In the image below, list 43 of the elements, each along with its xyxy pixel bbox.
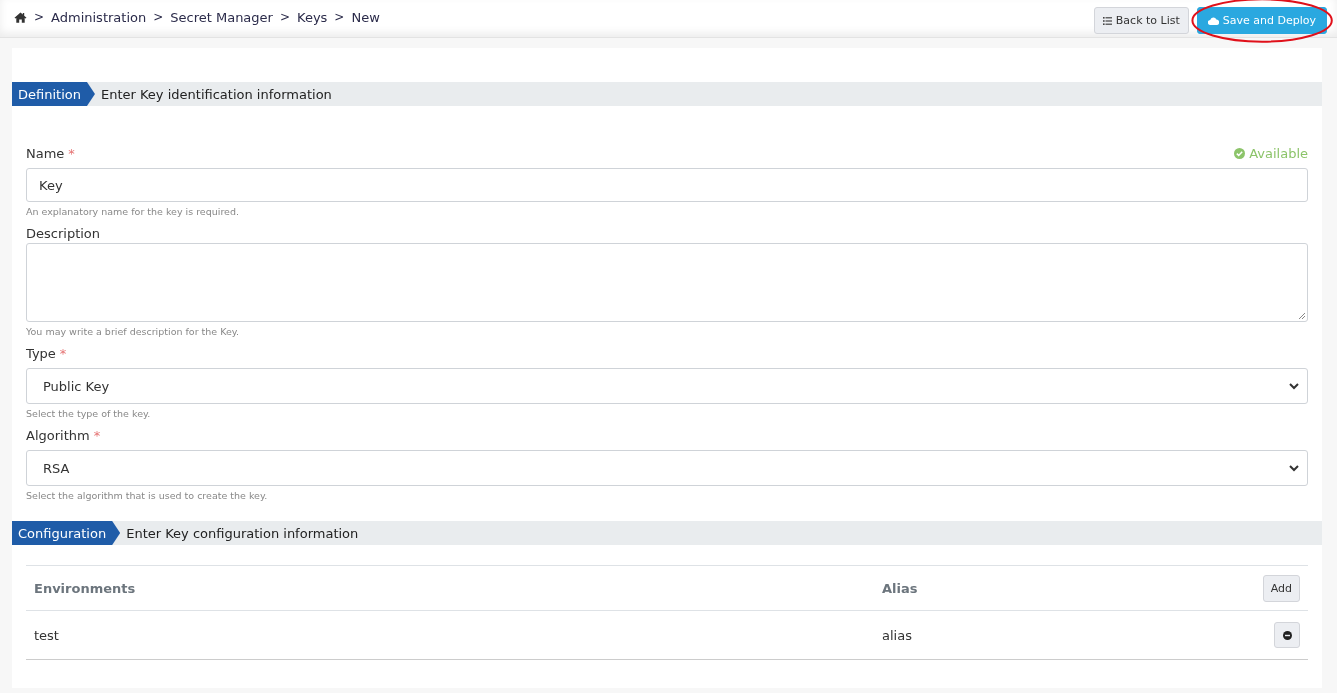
section-title: Enter Key identification information xyxy=(100,86,332,102)
cloud-icon xyxy=(1207,16,1219,25)
section-tag: Definition xyxy=(12,82,95,106)
column-header: Environments xyxy=(34,580,137,596)
help-text: An explanatory name for the key is required. xyxy=(26,205,240,219)
check-circle-icon xyxy=(1234,147,1246,159)
breadcrumb-link[interactable]: Secret Manager xyxy=(170,9,273,25)
resize-grip-icon[interactable] xyxy=(1298,312,1305,319)
breadcrumb-separator: > xyxy=(34,10,45,24)
section-tag: Configuration xyxy=(12,521,121,545)
help-text: Select the algorithm that is used to create the key. xyxy=(26,489,269,503)
back-to-list-button[interactable]: Back to List xyxy=(1093,7,1189,34)
field-label: Algorithm xyxy=(26,427,90,443)
field-label: Name xyxy=(26,145,65,161)
minus-circle-icon xyxy=(1282,630,1292,640)
section-title: Enter Key configuration information xyxy=(126,525,359,541)
breadcrumb-separator: > xyxy=(279,10,290,24)
breadcrumb-current: New xyxy=(351,9,380,25)
table-cell-text: test xyxy=(34,627,60,643)
help-text: You may write a brief description for the Key. xyxy=(26,325,241,339)
add-button[interactable]: Add xyxy=(1262,574,1300,602)
chevron-down-icon xyxy=(1289,464,1299,472)
select-dropdown[interactable]: Public Key xyxy=(26,368,1308,404)
required-asterisk: * xyxy=(68,145,75,161)
table-cell-text: alias xyxy=(882,627,913,643)
field-label: Type xyxy=(26,345,56,361)
home-icon[interactable] xyxy=(14,11,27,23)
breadcrumb-separator: > xyxy=(153,10,164,24)
list-icon xyxy=(1102,16,1112,25)
select-dropdown[interactable]: RSA xyxy=(26,450,1308,486)
chevron-down-icon xyxy=(1289,382,1299,390)
remove-button[interactable] xyxy=(1274,622,1300,648)
required-asterisk: * xyxy=(93,427,101,443)
text-field[interactable]: Key xyxy=(26,168,1308,202)
required-asterisk: * xyxy=(59,345,67,361)
breadcrumb-link[interactable]: Keys xyxy=(297,9,328,25)
field-label: Description xyxy=(26,225,101,241)
breadcrumb-link[interactable]: Administration xyxy=(51,9,147,25)
breadcrumb-separator: > xyxy=(334,10,345,24)
availability-status: Available xyxy=(1249,145,1308,161)
textarea-field[interactable] xyxy=(26,243,1308,322)
column-header: Alias xyxy=(882,580,919,596)
help-text: Select the type of the key. xyxy=(26,407,152,421)
